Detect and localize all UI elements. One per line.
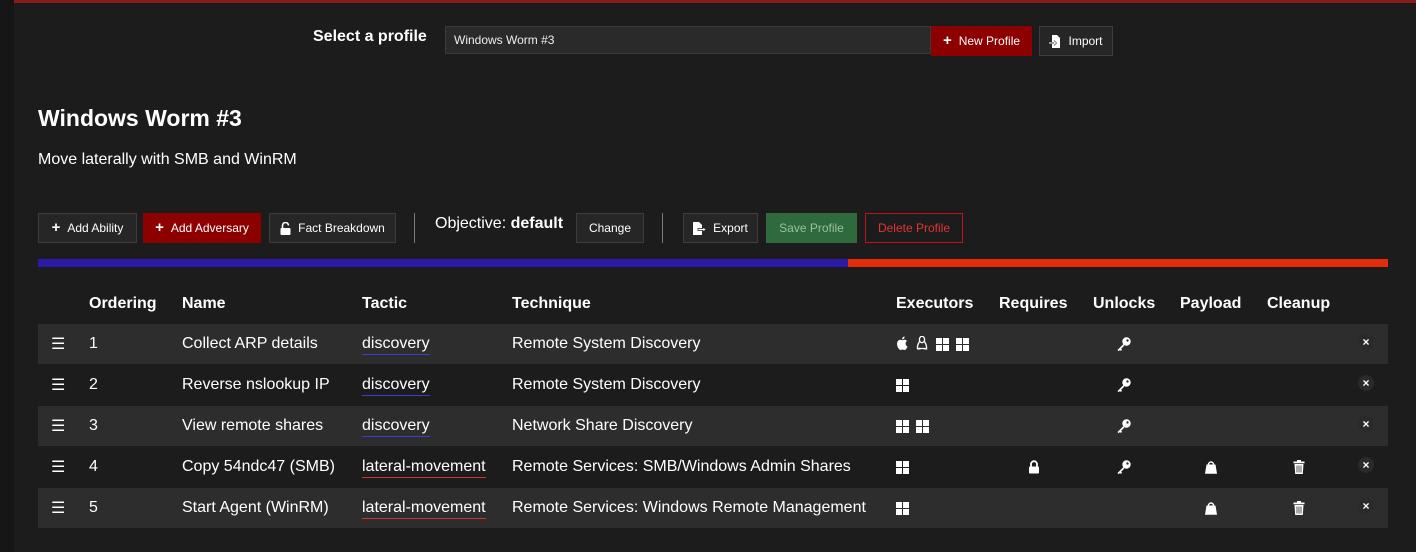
save-profile-label: Save Profile bbox=[779, 221, 844, 235]
remove-ability-button[interactable]: × bbox=[1358, 375, 1374, 391]
lock-icon[interactable] bbox=[1028, 460, 1040, 479]
delete-profile-label: Delete Profile bbox=[877, 221, 951, 235]
row-tactic: lateral-movement bbox=[362, 458, 486, 478]
row-name: Copy 54ndc47 (SMB) bbox=[182, 458, 335, 475]
row-order: 3 bbox=[89, 417, 98, 434]
remove-ability-button[interactable]: × bbox=[1358, 334, 1374, 350]
row-order: 5 bbox=[89, 499, 98, 516]
header-cleanup: Cleanup bbox=[1267, 295, 1331, 312]
save-profile-button[interactable]: Save Profile bbox=[766, 213, 857, 243]
table-row[interactable]: ☰ 1 Collect ARP details discovery Remote Sys… bbox=[38, 324, 1388, 364]
key-icon[interactable] bbox=[1116, 418, 1132, 439]
select-profile-label: Select a profile bbox=[313, 28, 427, 45]
plus-icon: + bbox=[942, 32, 952, 49]
plus-icon: + bbox=[155, 219, 164, 236]
change-label: Change bbox=[588, 221, 632, 235]
row-name: Reverse nslookup IP bbox=[182, 376, 330, 393]
add-ability-button[interactable]: + Add Ability bbox=[38, 213, 137, 243]
import-button[interactable]: Import bbox=[1039, 26, 1113, 56]
row-order: 2 bbox=[89, 376, 98, 393]
payload-icon[interactable] bbox=[1204, 501, 1218, 520]
objective-label: Objective: bbox=[435, 215, 507, 232]
header-tactic: Tactic bbox=[362, 295, 408, 312]
remove-ability-button[interactable]: × bbox=[1358, 416, 1374, 432]
header-unlocks: Unlocks bbox=[1093, 295, 1156, 312]
file-import-icon bbox=[1049, 34, 1061, 48]
row-order: 4 bbox=[89, 458, 98, 475]
unlock-icon bbox=[280, 221, 291, 235]
row-tactic: discovery bbox=[362, 335, 430, 355]
row-technique: Remote System Discovery bbox=[512, 376, 701, 393]
key-icon[interactable] bbox=[1116, 377, 1132, 398]
header-payload: Payload bbox=[1180, 295, 1242, 312]
plus-icon: + bbox=[51, 219, 61, 236]
export-label: Export bbox=[713, 221, 748, 235]
toolbar-divider bbox=[662, 213, 663, 243]
import-label: Import bbox=[1068, 34, 1103, 48]
objective-value: default bbox=[510, 215, 564, 232]
row-name: Start Agent (WinRM) bbox=[182, 499, 329, 516]
row-tactic: discovery bbox=[362, 417, 430, 437]
add-adversary-label: Add Adversary bbox=[170, 221, 249, 235]
row-name: View remote shares bbox=[182, 417, 324, 434]
windows-icon bbox=[916, 420, 929, 433]
header-executors: Executors bbox=[896, 295, 974, 312]
windows-icon bbox=[896, 420, 909, 433]
linux-icon bbox=[916, 335, 928, 355]
add-adversary-button[interactable]: + Add Adversary bbox=[143, 213, 261, 243]
header-name: Name bbox=[182, 295, 226, 312]
table-row[interactable]: ☰ 3 View remote shares discovery Network Sha… bbox=[38, 406, 1388, 446]
drag-handle-icon[interactable]: ☰ bbox=[51, 498, 65, 518]
drag-handle-icon[interactable]: ☰ bbox=[51, 457, 65, 477]
fact-breakdown-button[interactable]: Fact Breakdown bbox=[269, 213, 396, 243]
row-name: Collect ARP details bbox=[182, 335, 318, 352]
fact-breakdown-label: Fact Breakdown bbox=[298, 221, 385, 235]
profile-title: Windows Worm #3 bbox=[38, 105, 242, 131]
profile-select[interactable]: Windows Worm #3 bbox=[445, 26, 931, 54]
header-ordering: Ordering bbox=[89, 295, 157, 312]
profile-description: Move laterally with SMB and WinRM bbox=[38, 151, 297, 168]
row-technique: Remote Services: SMB/Windows Admin Share… bbox=[512, 458, 851, 475]
row-tactic: discovery bbox=[362, 376, 430, 396]
drag-handle-icon[interactable]: ☰ bbox=[51, 375, 65, 395]
windows-icon bbox=[896, 461, 909, 474]
table-row[interactable]: ☰ 2 Reverse nslookup IP discovery Remote Sys… bbox=[38, 365, 1388, 405]
header-technique: Technique bbox=[512, 295, 591, 312]
table-row[interactable]: ☰ 4 Copy 54ndc47 (SMB) lateral-movement Remo… bbox=[38, 447, 1388, 487]
add-ability-label: Add Ability bbox=[67, 221, 124, 235]
row-technique: Network Share Discovery bbox=[512, 417, 693, 434]
row-tactic: lateral-movement bbox=[362, 499, 486, 519]
toolbar-divider bbox=[414, 213, 415, 243]
delete-profile-button[interactable]: Delete Profile bbox=[865, 213, 963, 243]
remove-ability-button[interactable]: × bbox=[1358, 457, 1374, 473]
new-profile-label: New Profile bbox=[958, 34, 1021, 48]
windows-icon bbox=[956, 338, 969, 351]
trash-icon[interactable] bbox=[1293, 501, 1305, 520]
key-icon[interactable] bbox=[1116, 459, 1132, 480]
windows-icon bbox=[896, 502, 909, 515]
windows-icon bbox=[896, 379, 909, 392]
windows-icon bbox=[936, 338, 949, 351]
row-technique: Remote System Discovery bbox=[512, 335, 701, 352]
header-requires: Requires bbox=[999, 295, 1068, 312]
new-profile-button[interactable]: + New Profile bbox=[931, 26, 1032, 56]
row-order: 1 bbox=[89, 335, 98, 352]
drag-handle-icon[interactable]: ☰ bbox=[51, 334, 65, 354]
tactic-bar-lateral-movement bbox=[848, 259, 1388, 267]
objective-display: Objective: default bbox=[435, 215, 563, 233]
change-objective-button[interactable]: Change bbox=[576, 213, 644, 243]
table-row[interactable]: ☰ 5 Start Agent (WinRM) lateral-movement Rem… bbox=[38, 488, 1388, 528]
remove-ability-button[interactable]: × bbox=[1358, 498, 1374, 514]
export-button[interactable]: Export bbox=[683, 213, 758, 243]
key-icon[interactable] bbox=[1116, 336, 1132, 357]
row-technique: Remote Services: Windows Remote Manageme… bbox=[512, 499, 866, 516]
file-export-icon bbox=[693, 221, 707, 235]
apple-icon bbox=[896, 336, 908, 355]
payload-icon[interactable] bbox=[1204, 460, 1218, 479]
trash-icon[interactable] bbox=[1293, 460, 1305, 479]
tactic-bar-discovery bbox=[38, 259, 848, 267]
drag-handle-icon[interactable]: ☰ bbox=[51, 416, 65, 436]
